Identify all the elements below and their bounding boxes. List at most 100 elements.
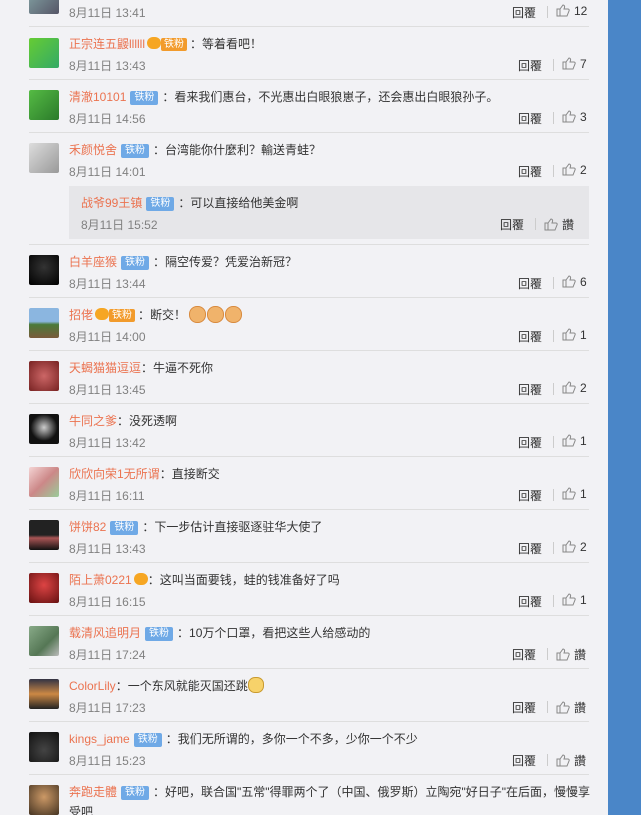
like-button[interactable]: 1	[562, 434, 587, 448]
like-button[interactable]: 讚	[544, 216, 574, 233]
avatar[interactable]	[29, 255, 59, 285]
user-name[interactable]: 正宗连五鼹llllll	[69, 37, 145, 51]
like-button[interactable]: 1	[562, 487, 587, 501]
reply-button[interactable]: 回覆	[512, 4, 536, 21]
avatar[interactable]	[29, 785, 59, 815]
fan-badge: 铁粉	[109, 309, 136, 322]
reply-button[interactable]: 回覆	[518, 163, 542, 180]
divider	[29, 615, 589, 616]
user-name[interactable]: ColorLily	[69, 679, 116, 693]
like-button[interactable]: 7	[562, 57, 587, 71]
reply-button[interactable]: 回覆	[518, 540, 542, 557]
user-name[interactable]: 奔跑走體	[69, 785, 117, 799]
divider	[29, 26, 589, 27]
like-button[interactable]: 讚	[556, 646, 586, 663]
user-name[interactable]: 载清风追明月	[69, 626, 141, 640]
divider	[29, 562, 589, 563]
reply-button[interactable]: 回覆	[518, 487, 542, 504]
thumb-up-icon	[556, 648, 570, 661]
divider	[29, 297, 589, 298]
reply-button[interactable]: 回覆	[518, 57, 542, 74]
separator	[547, 754, 548, 766]
comment-panel: 8月11日 13:41 回覆 12 正宗连五鼹llllll 铁粉 ：等着看吧！ 8月…	[0, 0, 608, 815]
comment-text: ：看来我们惠台，不光惠出白眼狼崽子，还会惠出白眼狼孙子。	[162, 90, 499, 104]
avatar[interactable]	[29, 520, 59, 550]
like-button[interactable]: 讚	[556, 752, 586, 769]
reply-button[interactable]: 回覆	[500, 216, 524, 233]
comment-time: 8月11日 13:43	[69, 542, 146, 556]
like-button[interactable]: 3	[562, 110, 587, 124]
like-button[interactable]: 2	[562, 381, 587, 395]
avatar[interactable]	[29, 0, 59, 14]
divider	[29, 244, 589, 245]
like-count: 1	[580, 328, 587, 342]
comment-text: ：断交！	[138, 308, 187, 322]
comment-time: 8月11日 14:01	[69, 165, 146, 179]
avatar[interactable]	[29, 679, 59, 709]
thumb-up-icon	[556, 4, 570, 17]
avatar[interactable]	[29, 90, 59, 120]
reply-button[interactable]: 回覆	[518, 593, 542, 610]
avatar[interactable]	[29, 414, 59, 444]
like-button[interactable]: 1	[562, 328, 587, 342]
like-count: 12	[574, 4, 588, 18]
avatar[interactable]	[29, 467, 59, 497]
comment-text: ：下一步估计直接驱逐驻华大使了	[142, 520, 323, 534]
reply-button[interactable]: 回覆	[512, 646, 536, 663]
avatar[interactable]	[29, 308, 59, 338]
user-name[interactable]: 欣欣向荣1无所谓	[69, 467, 160, 481]
fan-badge: 铁粉	[161, 38, 187, 51]
user-name[interactable]: 清澈10101	[69, 90, 126, 104]
like-button[interactable]: 2	[562, 163, 587, 177]
user-name[interactable]: 牛同之爹	[69, 414, 117, 428]
like-label: 讚	[574, 648, 587, 662]
reply-button[interactable]: 回覆	[512, 752, 536, 769]
reply-button[interactable]: 回覆	[512, 699, 536, 716]
comment-time: 8月11日 17:24	[69, 648, 146, 662]
comment-time: 8月11日 13:44	[69, 277, 146, 291]
user-name[interactable]: 白羊座猴	[69, 255, 117, 269]
comment-time: 8月11日 14:00	[69, 330, 146, 344]
avatar[interactable]	[29, 573, 59, 603]
user-name[interactable]: 战爷99王镇	[81, 196, 142, 210]
avatar[interactable]	[29, 143, 59, 173]
user-name[interactable]: 禾颜悦舍	[69, 143, 117, 157]
avatar[interactable]	[29, 361, 59, 391]
comment-text: ：隔空传爱？凭爱治新冠？	[153, 255, 298, 269]
reply-button[interactable]: 回覆	[518, 434, 542, 451]
reply-button[interactable]: 回覆	[518, 275, 542, 292]
avatar[interactable]	[29, 732, 59, 762]
like-count: 2	[580, 540, 587, 554]
like-button[interactable]: 1	[562, 593, 587, 607]
like-button[interactable]: 讚	[556, 699, 586, 716]
user-name[interactable]: 饼饼82	[69, 520, 106, 534]
comment-time: 8月11日 16:15	[69, 595, 146, 609]
user-name[interactable]: kings_jame	[69, 732, 130, 746]
like-count: 2	[580, 163, 587, 177]
comment-time: 8月11日 15:23	[69, 754, 146, 768]
user-name[interactable]: 招佬	[69, 308, 93, 322]
user-name[interactable]: 天蝎猫猫逗逗	[69, 361, 141, 375]
separator	[553, 436, 554, 448]
fan-badge: 铁粉	[121, 256, 150, 270]
reply-button[interactable]: 回覆	[518, 110, 542, 127]
fist-emoji-icon	[225, 306, 243, 323]
separator	[553, 489, 554, 501]
thumb-up-icon	[562, 381, 576, 394]
reply-button[interactable]: 回覆	[518, 381, 542, 398]
like-button[interactable]: 12	[556, 4, 587, 18]
like-button[interactable]: 2	[562, 540, 587, 554]
comment-time: 8月11日 17:23	[69, 701, 146, 715]
avatar[interactable]	[29, 626, 59, 656]
avatar[interactable]	[29, 38, 59, 68]
separator	[553, 112, 554, 124]
comment-text: ：我们无所谓的，多你一个不多，少你一个不少	[165, 732, 418, 746]
reply-button[interactable]: 回覆	[518, 328, 542, 345]
thumb-up-icon	[544, 218, 558, 231]
like-button[interactable]: 6	[562, 275, 587, 289]
user-name[interactable]: 陌上萧0221	[69, 573, 132, 587]
separator	[553, 165, 554, 177]
divider	[29, 721, 589, 722]
comment-time: 8月11日 14:56	[69, 112, 146, 126]
divider	[29, 403, 589, 404]
